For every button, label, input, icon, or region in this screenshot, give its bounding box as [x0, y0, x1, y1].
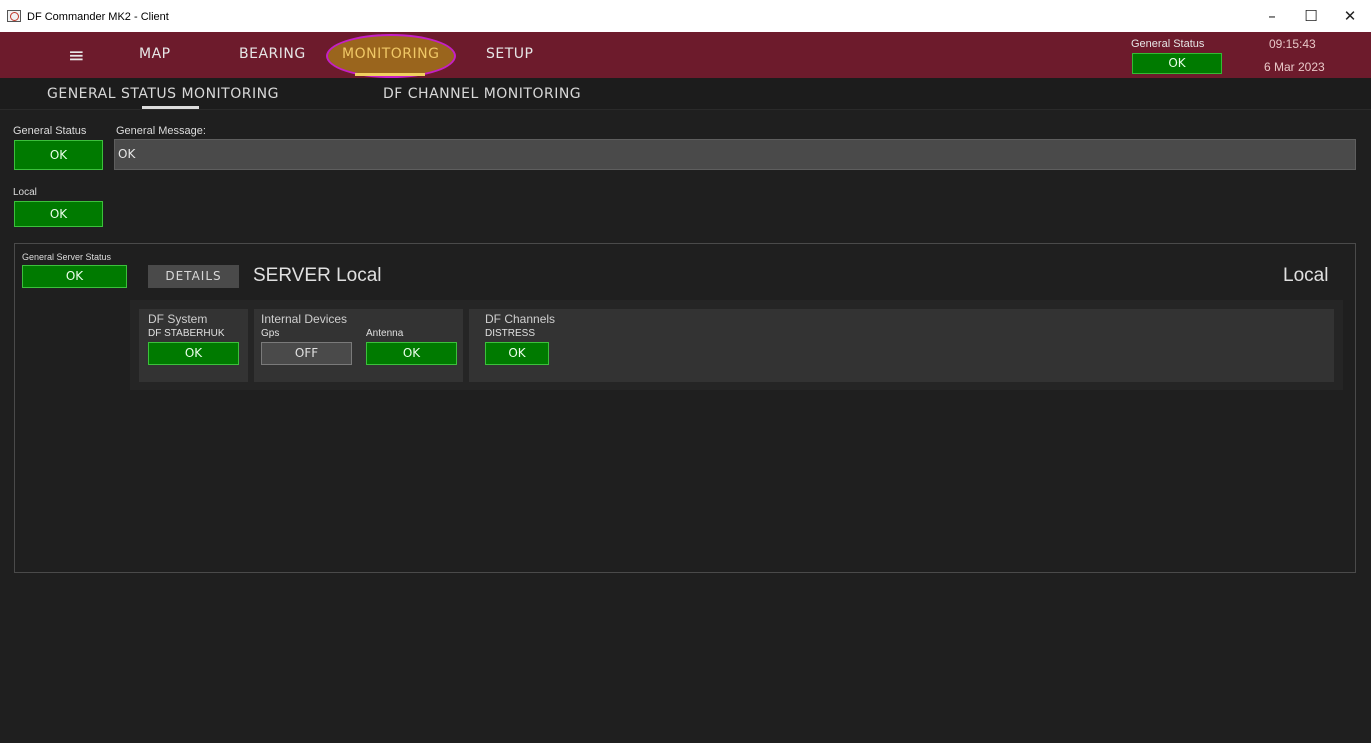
maximize-icon[interactable]: ☐: [1292, 4, 1330, 28]
subtab-general-status-monitoring[interactable]: GENERAL STATUS MONITORING: [47, 86, 279, 102]
local-status-label: Local: [13, 187, 37, 198]
clock-date: 6 Mar 2023: [1264, 60, 1325, 74]
window-title: DF Commander MK2 - Client: [27, 11, 169, 23]
internal-devices-title: Internal Devices: [261, 312, 348, 326]
gps-status-badge: OFF: [261, 342, 352, 365]
tab-setup[interactable]: SETUP: [486, 46, 533, 62]
header-general-status-label: General Status: [1131, 38, 1205, 50]
general-status-label: General Status: [13, 125, 87, 137]
gps-label: Gps: [261, 328, 280, 339]
df-channels-card: [469, 309, 1334, 382]
general-message-label: General Message:: [116, 125, 206, 137]
menu-icon[interactable]: ≡: [68, 43, 85, 67]
header-general-status-badge: OK: [1132, 53, 1222, 74]
df-channels-title: DF Channels: [485, 312, 556, 326]
general-message-field: OK: [114, 139, 1356, 170]
local-status-badge: OK: [14, 201, 103, 227]
antenna-label: Antenna: [366, 328, 404, 339]
server-location: Local: [1283, 265, 1329, 286]
df-channel-name: DISTRESS: [485, 328, 536, 339]
server-title: SERVER Local: [253, 265, 382, 286]
sub-nav: GENERAL STATUS MONITORING DF CHANNEL MON…: [0, 78, 1371, 110]
tab-monitoring[interactable]: MONITORING: [342, 46, 439, 62]
top-nav: ≡ MAP BEARING MONITORING SETUP General S…: [0, 32, 1371, 78]
server-status-badge: OK: [22, 265, 127, 288]
clock-time: 09:15:43: [1269, 37, 1316, 51]
window-titlebar: DF Commander MK2 - Client – ☐ ✕: [0, 0, 1371, 32]
general-status-badge: OK: [14, 140, 103, 170]
df-system-status-badge: OK: [148, 342, 239, 365]
tab-map[interactable]: MAP: [139, 46, 171, 62]
df-system-name: DF STABERHUK: [148, 328, 225, 339]
active-subtab-indicator: [142, 106, 199, 109]
subtab-df-channel-monitoring[interactable]: DF CHANNEL MONITORING: [383, 86, 581, 102]
minimize-icon[interactable]: –: [1253, 4, 1291, 28]
df-system-title: DF System: [148, 312, 208, 326]
tab-bearing[interactable]: BEARING: [239, 46, 306, 62]
general-server-status-label: General Server Status: [22, 252, 112, 262]
antenna-status-badge: OK: [366, 342, 457, 365]
close-icon[interactable]: ✕: [1331, 4, 1369, 28]
details-button[interactable]: DETAILS: [148, 265, 239, 288]
df-channel-status-badge: OK: [485, 342, 549, 365]
server-panel: [14, 243, 1356, 573]
active-tab-indicator: [355, 73, 425, 76]
app-icon: [7, 10, 21, 22]
